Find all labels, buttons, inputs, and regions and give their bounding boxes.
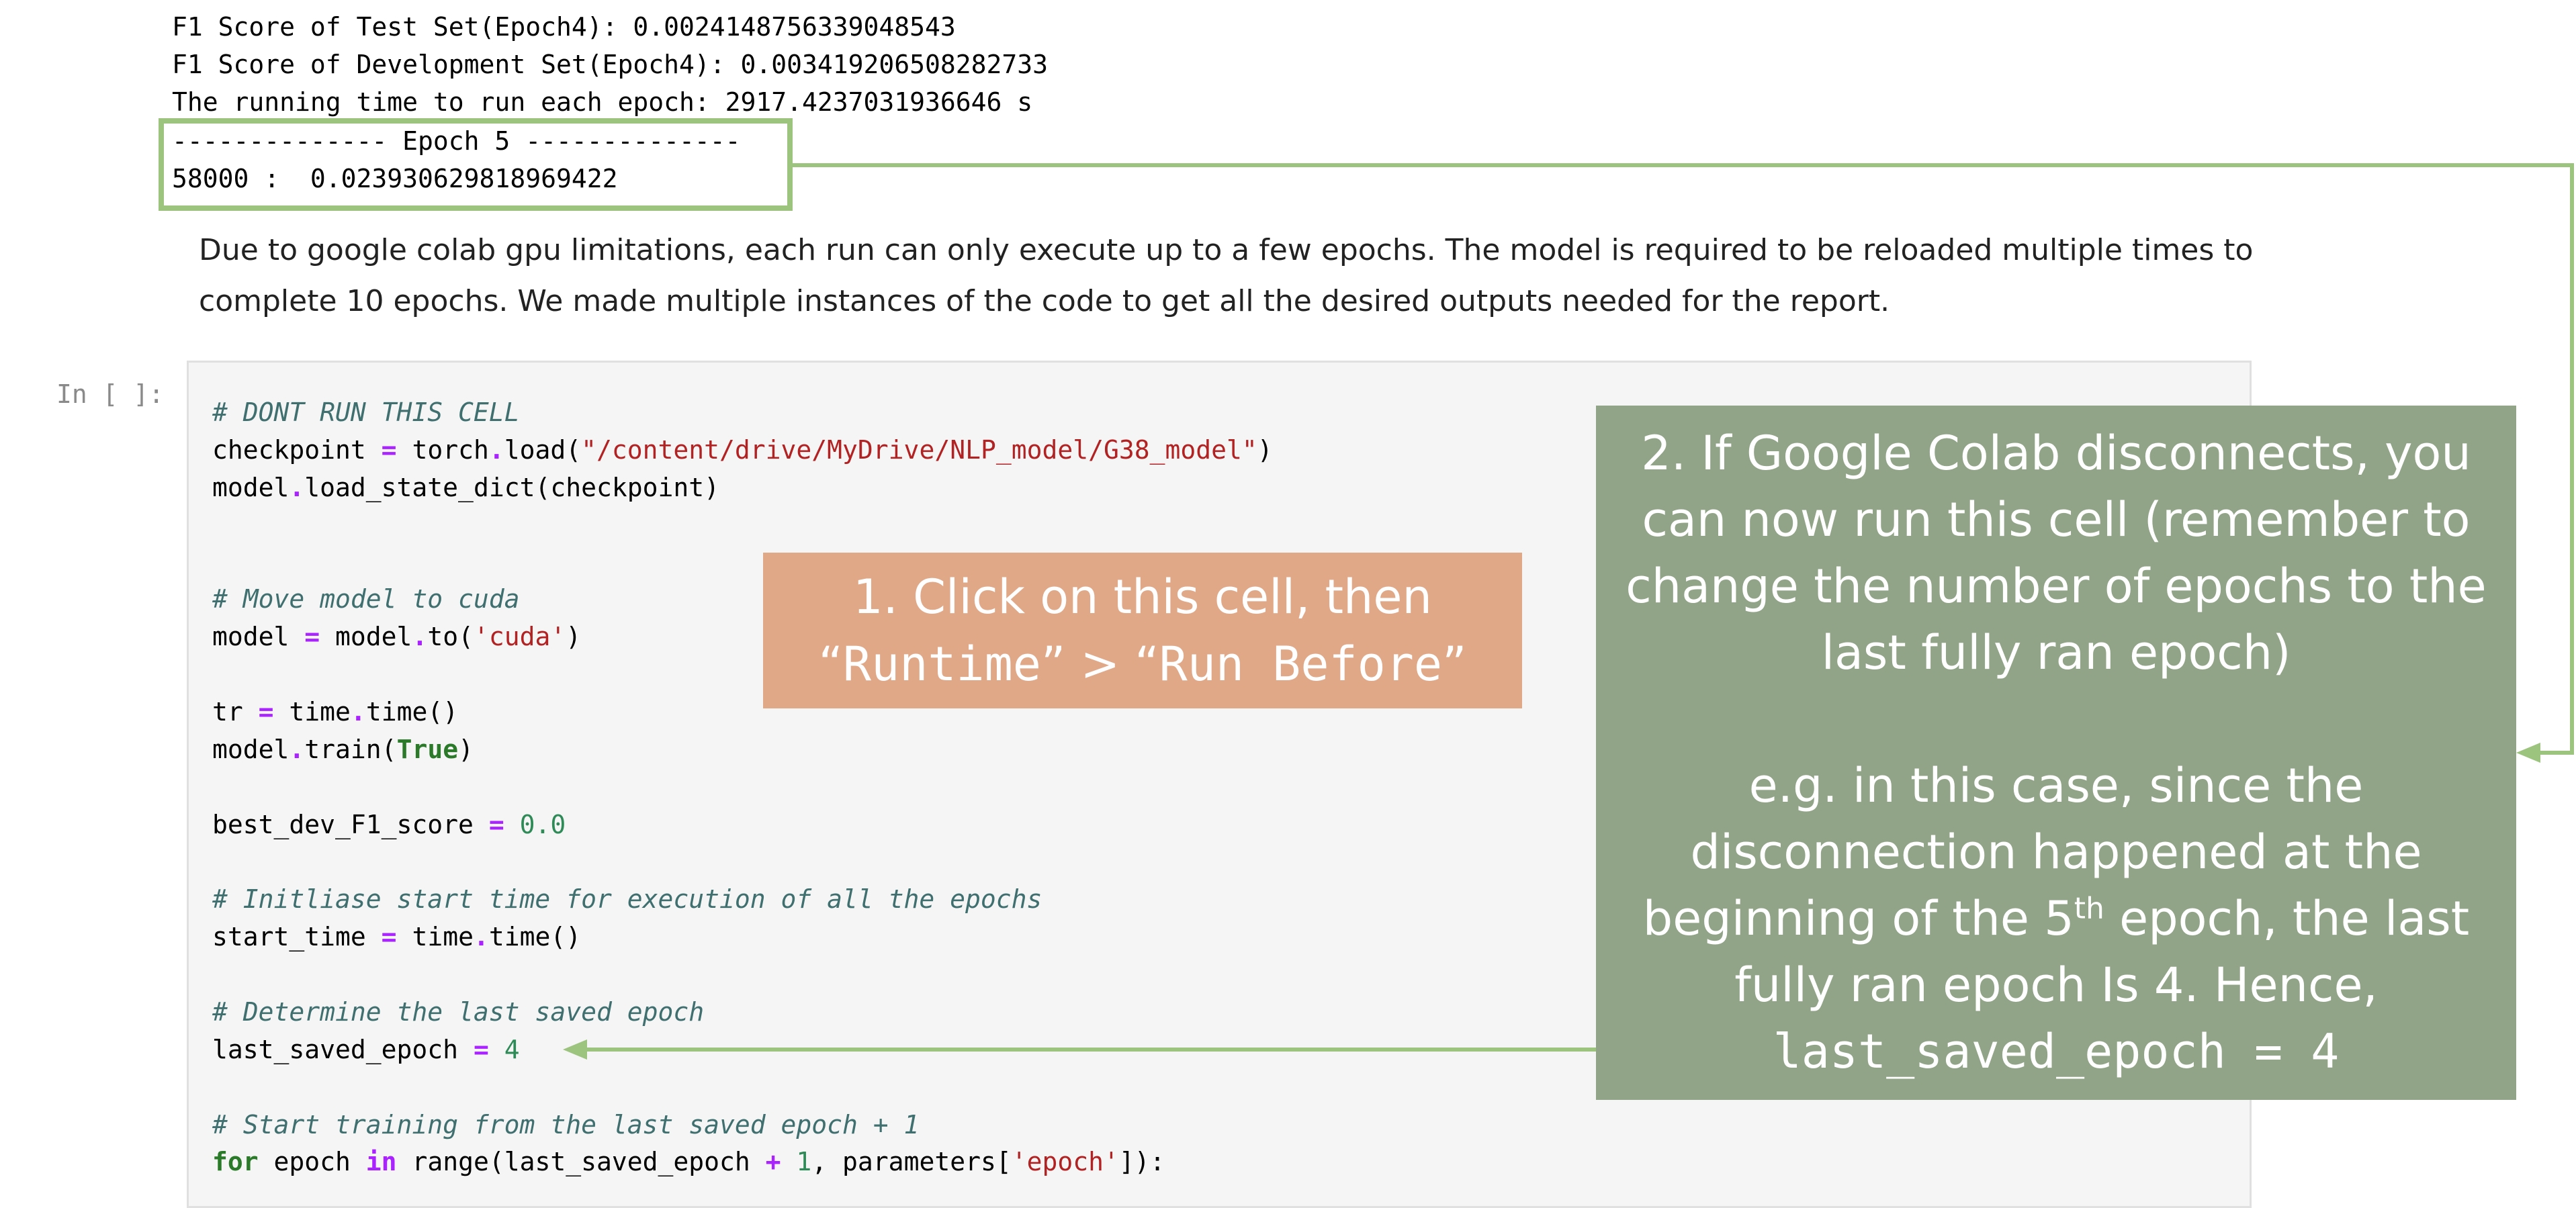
open-quote: “ (1135, 637, 1159, 692)
callout1-line1: 1. Click on this cell, then (853, 569, 1432, 624)
callout-run-before: 1. Click on this cell, then “Runtime” > … (763, 553, 1522, 708)
callout2-paragraph-1: 2. If Google Colab disconnects, you can … (1626, 426, 2487, 680)
menu-separator: > (1065, 637, 1135, 692)
close-quote: ” (1040, 637, 1066, 692)
menu-runtime: Runtime (842, 637, 1041, 692)
open-quote: “ (818, 637, 843, 692)
arrowhead-to-callout (2516, 743, 2540, 763)
callout-disconnect-instructions: 2. If Google Colab disconnects, you can … (1596, 406, 2516, 1100)
callout2-paragraph-2: e.g. in this case, since the disconnecti… (1623, 753, 2489, 1019)
callout1-line2: “Runtime” > “Run Before” (763, 631, 1522, 698)
arrowhead-to-code (563, 1039, 587, 1060)
ordinal-suffix: th (2074, 891, 2104, 926)
callout2-spacer (1623, 686, 2489, 753)
close-quote: ” (1442, 637, 1467, 692)
callout2-code: last_saved_epoch = 4 (1773, 1024, 2340, 1079)
menu-run-before: Run Before (1159, 637, 1443, 692)
